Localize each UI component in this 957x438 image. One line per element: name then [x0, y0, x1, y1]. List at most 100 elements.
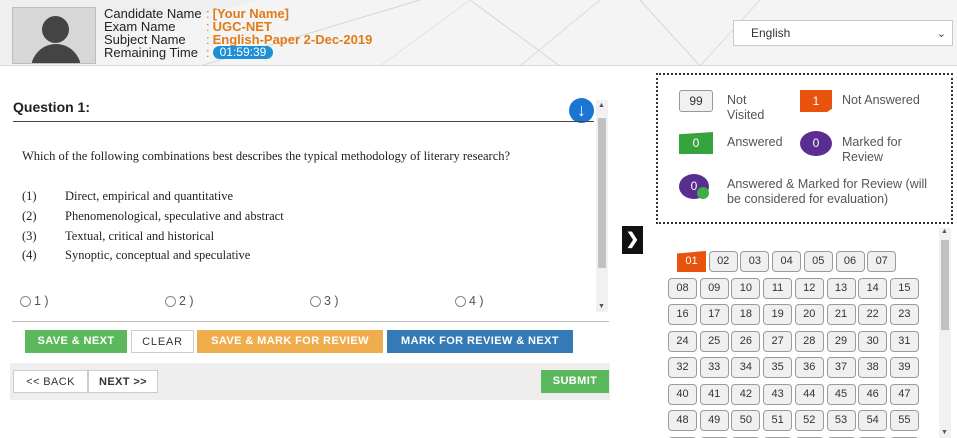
chevron-right-icon[interactable]: ❯ [622, 226, 643, 254]
option-2: (2) Phenomenological, speculative and abs… [22, 209, 284, 223]
question-nav-button-54[interactable]: 54 [858, 410, 888, 431]
save-mark-review-button[interactable]: SAVE & MARK FOR REVIEW [197, 330, 383, 353]
chevron-down-icon: ⌄ [936, 28, 946, 40]
scroll-down-icon[interactable]: ▼ [941, 429, 948, 436]
question-scrollbar[interactable]: ▲ ▼ [596, 100, 608, 312]
question-nav-button-22[interactable]: 22 [858, 304, 888, 325]
question-nav-button-53[interactable]: 53 [826, 410, 856, 431]
not-visited-label: Not Visited [727, 93, 765, 122]
question-nav-button-55[interactable]: 55 [889, 410, 919, 431]
question-nav-button-51[interactable]: 51 [763, 410, 793, 431]
question-nav-button-11[interactable]: 11 [763, 277, 793, 299]
question-nav-button-21[interactable]: 21 [826, 304, 856, 325]
mark-review-next-button[interactable]: MARK FOR REVIEW & NEXT [387, 330, 573, 353]
question-nav-button-10[interactable]: 10 [731, 277, 761, 299]
question-nav-button-14[interactable]: 14 [858, 277, 888, 299]
radio-option-3[interactable]: 3 ) [310, 294, 339, 308]
question-nav-button-26[interactable]: 26 [731, 330, 761, 352]
question-nav-button-37[interactable]: 37 [826, 357, 856, 378]
question-nav-button-32[interactable]: 32 [668, 357, 697, 378]
question-nav-button-07[interactable]: 07 [867, 251, 897, 272]
question-nav-button-40[interactable]: 40 [668, 383, 697, 405]
question-nav-button-34[interactable]: 34 [731, 357, 761, 378]
question-nav-button-49[interactable]: 49 [699, 410, 729, 431]
question-nav-button-25[interactable]: 25 [699, 330, 729, 352]
radio-option-1[interactable]: 1 ) [20, 294, 49, 308]
scroll-up-icon[interactable]: ▲ [941, 228, 948, 235]
status-legend: 99 Not Visited 1 Not Answered 0 Answered… [656, 73, 953, 224]
question-nav-button-24[interactable]: 24 [668, 330, 697, 352]
question-nav-button-46[interactable]: 46 [858, 383, 888, 405]
question-nav-button-41[interactable]: 41 [699, 383, 729, 405]
question-nav-button-33[interactable]: 33 [699, 357, 729, 378]
answered-marked-badge: 0 [679, 174, 709, 199]
not-answered-badge: 1 [800, 90, 832, 112]
radio-option-4[interactable]: 4 ) [455, 294, 484, 308]
question-divider [13, 121, 594, 122]
question-nav-button-03[interactable]: 03 [740, 251, 770, 272]
question-nav-button-50[interactable]: 50 [731, 410, 761, 431]
question-nav-button-28[interactable]: 28 [794, 330, 824, 352]
remaining-time-value: 01:59:39 [212, 46, 274, 59]
question-nav-button-06[interactable]: 06 [835, 251, 865, 272]
scrollbar-thumb[interactable] [598, 118, 606, 268]
question-nav-button-36[interactable]: 36 [794, 357, 824, 378]
question-nav-button-35[interactable]: 35 [763, 357, 793, 378]
not-visited-badge: 99 [679, 90, 713, 112]
question-nav-button-08[interactable]: 08 [668, 277, 697, 299]
submit-button[interactable]: SUBMIT [541, 370, 609, 393]
language-value: English [751, 26, 791, 40]
question-nav-button-19[interactable]: 19 [763, 304, 793, 325]
question-nav-button-17[interactable]: 17 [699, 304, 729, 325]
question-nav-button-52[interactable]: 52 [794, 410, 824, 431]
question-nav-button-48[interactable]: 48 [668, 410, 697, 431]
question-nav-button-13[interactable]: 13 [826, 277, 856, 299]
scroll-up-icon[interactable]: ▲ [598, 102, 605, 109]
question-nav-button-39[interactable]: 39 [889, 357, 919, 378]
question-nav-button-31[interactable]: 31 [889, 330, 919, 352]
question-title: Question 1: [13, 99, 91, 115]
option-4: (4) Synoptic, conceptual and speculative [22, 248, 251, 262]
question-nav-button-38[interactable]: 38 [858, 357, 888, 378]
question-nav-button-45[interactable]: 45 [826, 383, 856, 405]
language-select[interactable]: English ⌄ [733, 20, 953, 46]
candidate-info: Candidate Name: [Your Name] Exam Name: UGC… [104, 6, 373, 60]
scrollbar-thumb[interactable] [941, 240, 949, 330]
palette-scrollbar[interactable]: ▲ ▼ [939, 228, 951, 438]
question-palette: 01 02 03 04 05 06 07 08 09 10 11 12 13 14 15 16 17 18 19 20… [665, 246, 937, 438]
option-1: (1) Direct, empirical and quantitative [22, 189, 233, 203]
header-bar: Candidate Name: [Your Name] Exam Name: UGC… [0, 0, 957, 66]
arrow-down-circle-icon[interactable]: ↓ [569, 98, 594, 123]
radio-option-2[interactable]: 2 ) [165, 294, 194, 308]
question-nav-button-05[interactable]: 05 [803, 251, 833, 272]
question-nav-button-12[interactable]: 12 [794, 277, 824, 299]
question-nav-button-16[interactable]: 16 [668, 304, 697, 325]
next-button[interactable]: NEXT >> [88, 370, 158, 393]
question-nav-button-02[interactable]: 02 [708, 251, 738, 272]
question-nav-button-23[interactable]: 23 [889, 304, 919, 325]
answered-marked-label: Answered & Marked for Review (will be co… [727, 177, 928, 206]
question-nav-button-47[interactable]: 47 [889, 383, 919, 405]
user-silhouette-icon [42, 16, 69, 43]
question-nav-button-44[interactable]: 44 [794, 383, 824, 405]
answered-badge: 0 [679, 132, 713, 154]
not-answered-label: Not Answered [842, 93, 920, 107]
question-nav-button-15[interactable]: 15 [889, 277, 919, 299]
question-text: Which of the following combinations best… [22, 149, 511, 163]
save-next-button[interactable]: SAVE & NEXT [25, 330, 127, 353]
clear-button[interactable]: CLEAR [131, 330, 194, 353]
question-nav-button-04[interactable]: 04 [772, 251, 802, 272]
question-nav-button-30[interactable]: 30 [858, 330, 888, 352]
back-button[interactable]: << BACK [13, 370, 88, 393]
remaining-time-label: Remaining Time [104, 45, 198, 60]
question-nav-button-27[interactable]: 27 [763, 330, 793, 352]
candidate-avatar [12, 7, 96, 64]
question-nav-button-43[interactable]: 43 [763, 383, 793, 405]
question-nav-button-29[interactable]: 29 [826, 330, 856, 352]
question-nav-button-18[interactable]: 18 [731, 304, 761, 325]
question-nav-button-01[interactable]: 01 [677, 251, 706, 272]
question-nav-button-20[interactable]: 20 [794, 304, 824, 325]
question-nav-button-42[interactable]: 42 [731, 383, 761, 405]
scroll-down-icon[interactable]: ▼ [598, 303, 605, 310]
question-nav-button-09[interactable]: 09 [699, 277, 729, 299]
